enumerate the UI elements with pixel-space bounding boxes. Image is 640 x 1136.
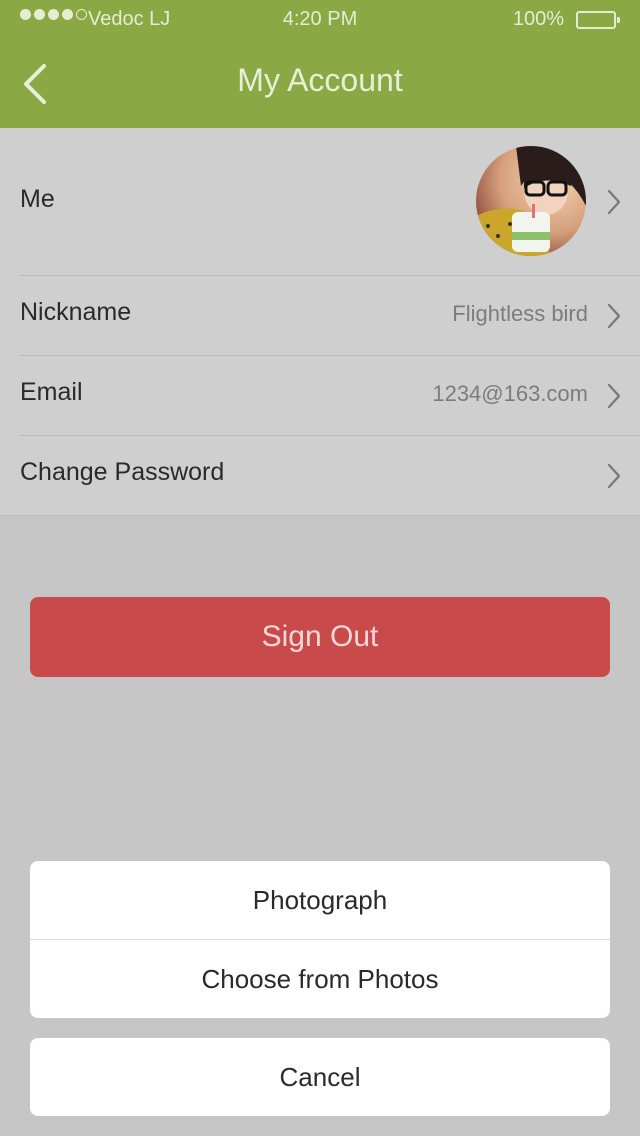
me-label: Me [20, 185, 55, 213]
change-password-row[interactable]: Change Password [0, 436, 640, 516]
profile-photo-row[interactable]: Me [0, 128, 640, 275]
battery-percent: 100% [512, 8, 564, 30]
sign-out-button[interactable]: Sign Out [30, 597, 610, 677]
nickname-label: Nickname [20, 298, 132, 326]
nickname-row[interactable]: Nickname Flightless bird [0, 276, 640, 356]
account-list: Me Nickname Flightless bird Email 1234@1… [0, 128, 640, 516]
status-bar: Vedoc LJ 4:20 PM 100% [0, 0, 640, 40]
change-password-label: Change Password [20, 458, 225, 486]
email-value: 1234@163.com [432, 381, 588, 406]
photo-action-sheet: Photograph Choose from Photos [30, 861, 610, 1018]
email-row[interactable]: Email 1234@163.com [0, 356, 640, 436]
page-title: My Account [237, 62, 403, 98]
chevron-right-icon [607, 463, 621, 489]
nickname-value: Flightless bird [452, 301, 588, 326]
header: Vedoc LJ 4:20 PM 100% My Account [0, 0, 640, 128]
choose-from-photos-button[interactable]: Choose from Photos [30, 940, 610, 1018]
chevron-right-icon [607, 303, 621, 329]
chevron-right-icon [607, 189, 621, 215]
email-label: Email [20, 378, 83, 406]
battery-icon [576, 11, 620, 29]
photograph-button[interactable]: Photograph [30, 861, 610, 939]
chevron-right-icon [607, 383, 621, 409]
avatar[interactable] [476, 146, 586, 256]
cancel-button[interactable]: Cancel [30, 1038, 610, 1116]
